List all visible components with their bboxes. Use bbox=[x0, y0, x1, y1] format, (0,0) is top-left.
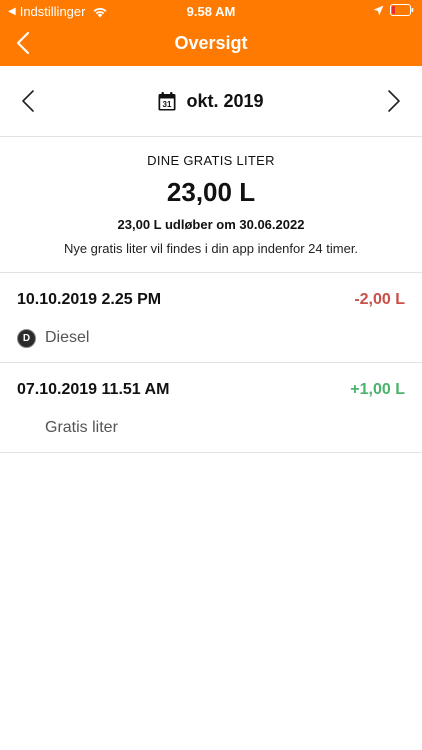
transaction-datetime: 10.10.2019 2.25 PM bbox=[17, 291, 162, 308]
free-liters-summary: DINE GRATIS LITER 23,00 L 23,00 L udløbe… bbox=[0, 137, 422, 273]
status-right-icons bbox=[373, 4, 414, 16]
transaction-product-label: Diesel bbox=[45, 329, 90, 346]
transaction-row[interactable]: 07.10.2019 11.51 AM +1,00 L Gratis liter bbox=[0, 363, 422, 453]
diesel-fuel-icon: D bbox=[17, 328, 36, 348]
transaction-product: Gratis liter bbox=[45, 417, 118, 439]
next-month-button[interactable] bbox=[382, 88, 406, 114]
chevron-right-icon bbox=[388, 90, 400, 112]
transaction-product-label: Gratis liter bbox=[45, 419, 118, 436]
summary-amount: 23,00 L bbox=[166, 177, 256, 207]
transaction-datetime: 07.10.2019 11.51 AM bbox=[17, 381, 170, 398]
calendar-icon: 31 bbox=[158, 91, 176, 110]
status-bar: ◀ Indstillinger 9.58 AM bbox=[0, 0, 422, 22]
page-title: Oversigt bbox=[174, 33, 248, 53]
summary-note: Nye gratis liter vil findes i din app in… bbox=[63, 241, 359, 256]
transaction-amount: +1,00 L bbox=[350, 381, 405, 398]
calendar-day-label: 31 bbox=[163, 100, 172, 109]
location-arrow-icon bbox=[373, 5, 384, 15]
month-selector: 31 okt. 2019 bbox=[0, 66, 422, 137]
transaction-row[interactable]: 10.10.2019 2.25 PM -2,00 L D Diesel bbox=[0, 273, 422, 363]
current-month[interactable]: 31 okt. 2019 bbox=[0, 88, 422, 114]
transaction-product: D Diesel bbox=[17, 327, 89, 349]
summary-title: DINE GRATIS LITER bbox=[147, 153, 275, 168]
battery-low-icon bbox=[390, 4, 414, 16]
transaction-amount: -2,00 L bbox=[354, 291, 405, 308]
summary-expiry: 23,00 L udløber om 30.06.2022 bbox=[117, 217, 305, 232]
app-header: ◀ Indstillinger 9.58 AM Oversigt bbox=[0, 0, 422, 66]
status-time: 9.58 AM bbox=[186, 4, 236, 19]
month-label: okt. 2019 bbox=[186, 90, 264, 111]
